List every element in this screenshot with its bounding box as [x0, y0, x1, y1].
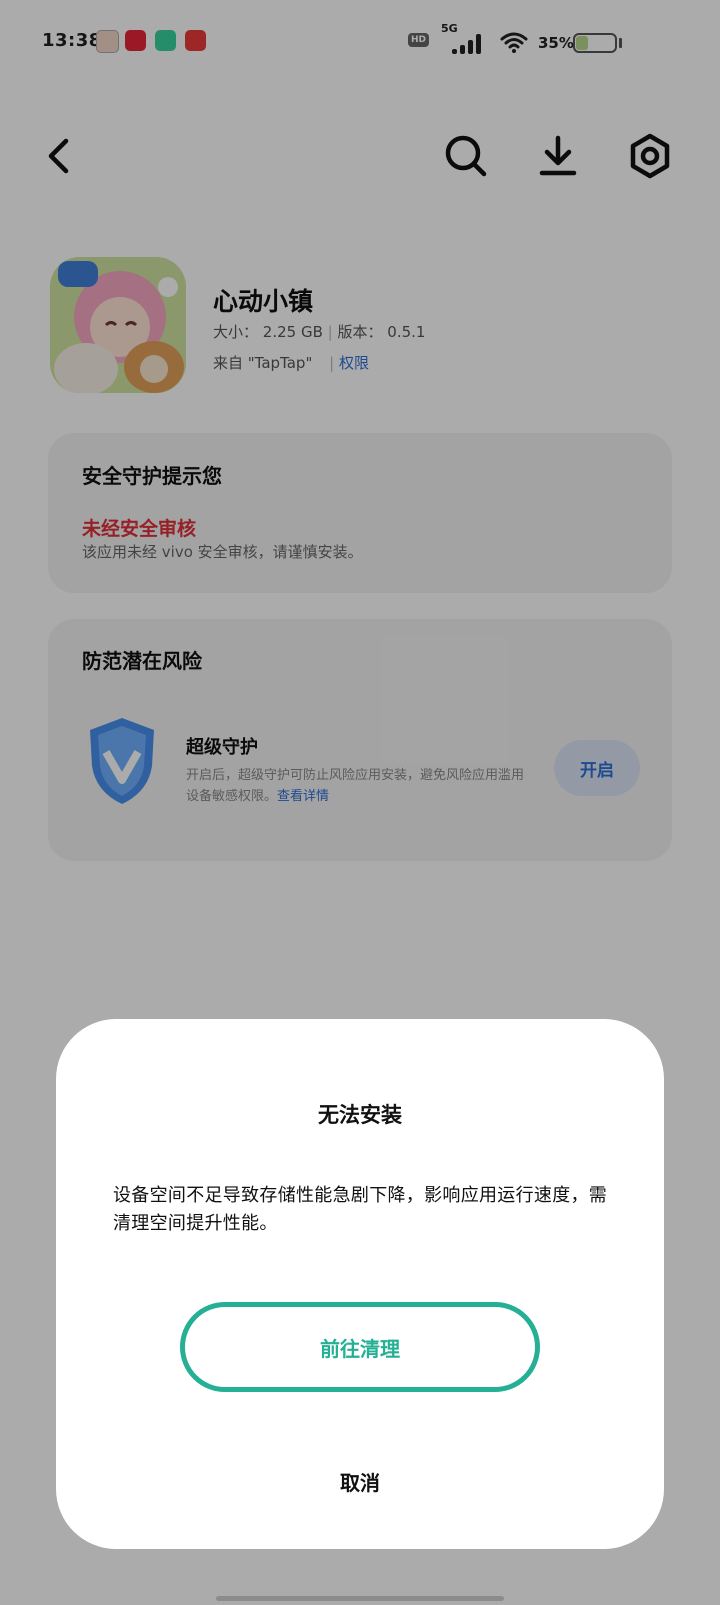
home-indicator[interactable] — [216, 1596, 504, 1601]
go-clean-button[interactable]: 前往清理 — [180, 1302, 540, 1392]
dialog-message: 设备空间不足导致存储性能急剧下降，影响应用运行速度，需清理空间提升性能。 — [113, 1185, 608, 1234]
dialog-title: 无法安装 — [318, 1103, 402, 1127]
cancel-button[interactable]: 取消 — [260, 1456, 460, 1506]
install-failed-dialog: 无法安装 设备空间不足导致存储性能急剧下降，影响应用运行速度，需清理空间提升性能… — [56, 1019, 664, 1549]
